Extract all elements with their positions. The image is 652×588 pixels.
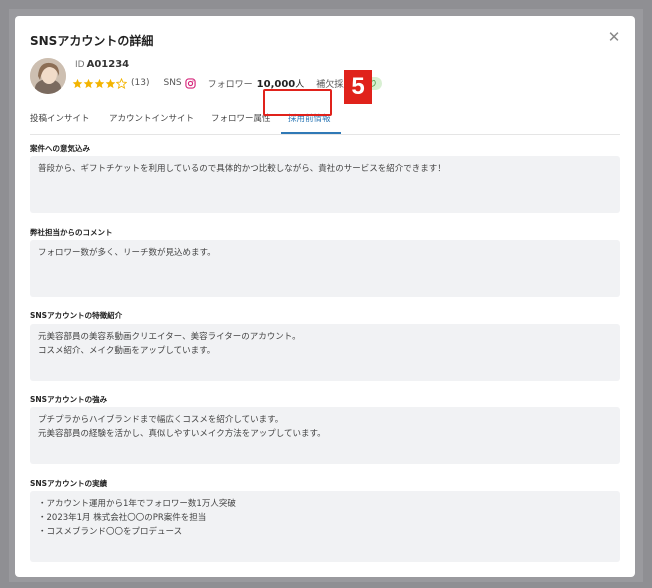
step-number-badge: 5: [344, 70, 372, 104]
section-box-staff-comment: フォロワー数が多く、リーチ数が見込めます。: [30, 240, 620, 297]
star-empty-icon: [116, 77, 127, 89]
text-line: ・2023年1月 株式会社〇〇のPR案件を担当: [38, 513, 207, 523]
follower-label: フォロワー: [207, 79, 253, 90]
star-filled-icon: [83, 78, 94, 88]
tab-post-insight[interactable]: 投稿インサイト: [30, 112, 90, 124]
review-count: (13): [131, 78, 150, 88]
close-icon[interactable]: ✕: [606, 29, 622, 45]
section-label-staff-comment: 弊社担当からのコメント: [30, 228, 113, 237]
profile-id-value: A01234: [86, 59, 130, 70]
section-label-achievements: SNSアカウントの実績: [30, 479, 108, 488]
tabs-divider: [30, 134, 620, 135]
tab-highlight-box: [263, 89, 332, 116]
star-filled-icon: [72, 78, 83, 88]
text-line: コスメ紹介、メイク動画をアップしています。: [38, 346, 216, 356]
section-box-achievements: ・アカウント運用から1年でフォロワー数1万人突破 ・2023年1月 株式会社〇〇…: [30, 491, 620, 562]
section-label-strengths: SNSアカウントの強み: [30, 395, 108, 404]
star-filled-icon: [94, 78, 105, 88]
sns-label: SNS: [163, 78, 182, 88]
section-label-enthusiasm: 案件への意気込み: [30, 144, 90, 153]
section-label-features: SNSアカウントの特徴紹介: [30, 311, 123, 320]
modal-title: SNSアカウントの詳細: [30, 34, 154, 48]
text-line: ・アカウント運用から1年でフォロワー数1万人突破: [38, 499, 236, 509]
profile-stats: (13) SNS フォロワー 10,000人 補欠採用 あり: [72, 76, 383, 90]
follower-count: 10,000人: [257, 77, 305, 90]
text-line: 普段から、ギフトチケットを利用しているので具体的かつ比較しながら、貴社のサービス…: [38, 164, 446, 174]
avatar: [30, 58, 66, 94]
text-line: 元美容部員の経験を活かし、真似しやすいメイク方法をアップしています。: [38, 429, 326, 439]
star-filled-icon: [105, 78, 116, 88]
section-box-strengths: プチプラからハイブランドまで幅広くコスメを紹介しています。 元美容部員の経験を活…: [30, 407, 620, 464]
profile-id-label: ID: [75, 60, 85, 70]
text-line: フォロワー数が多く、リーチ数が見込めます。: [38, 248, 216, 258]
rating-stars: [72, 77, 127, 89]
tab-account-insight[interactable]: アカウントインサイト: [109, 112, 194, 124]
profile-id: ID A01234: [75, 59, 129, 70]
section-box-features: 元美容部員の美容系動画クリエイター、美容ライターのアカウント。 コスメ紹介、メイ…: [30, 324, 620, 381]
instagram-icon[interactable]: [185, 77, 196, 89]
text-line: ・コスメブランド〇〇をプロデュース: [38, 527, 183, 537]
follower-unit: 人: [295, 79, 305, 90]
text-line: プチプラからハイブランドまで幅広くコスメを紹介しています。: [38, 415, 284, 425]
tab-follower-attributes[interactable]: フォロワー属性: [211, 112, 271, 124]
follower-value: 10,000: [256, 78, 296, 90]
text-line: 元美容部員の美容系動画クリエイター、美容ライターのアカウント。: [38, 332, 301, 342]
section-box-enthusiasm: 普段から、ギフトチケットを利用しているので具体的かつ比較しながら、貴社のサービス…: [30, 156, 620, 213]
